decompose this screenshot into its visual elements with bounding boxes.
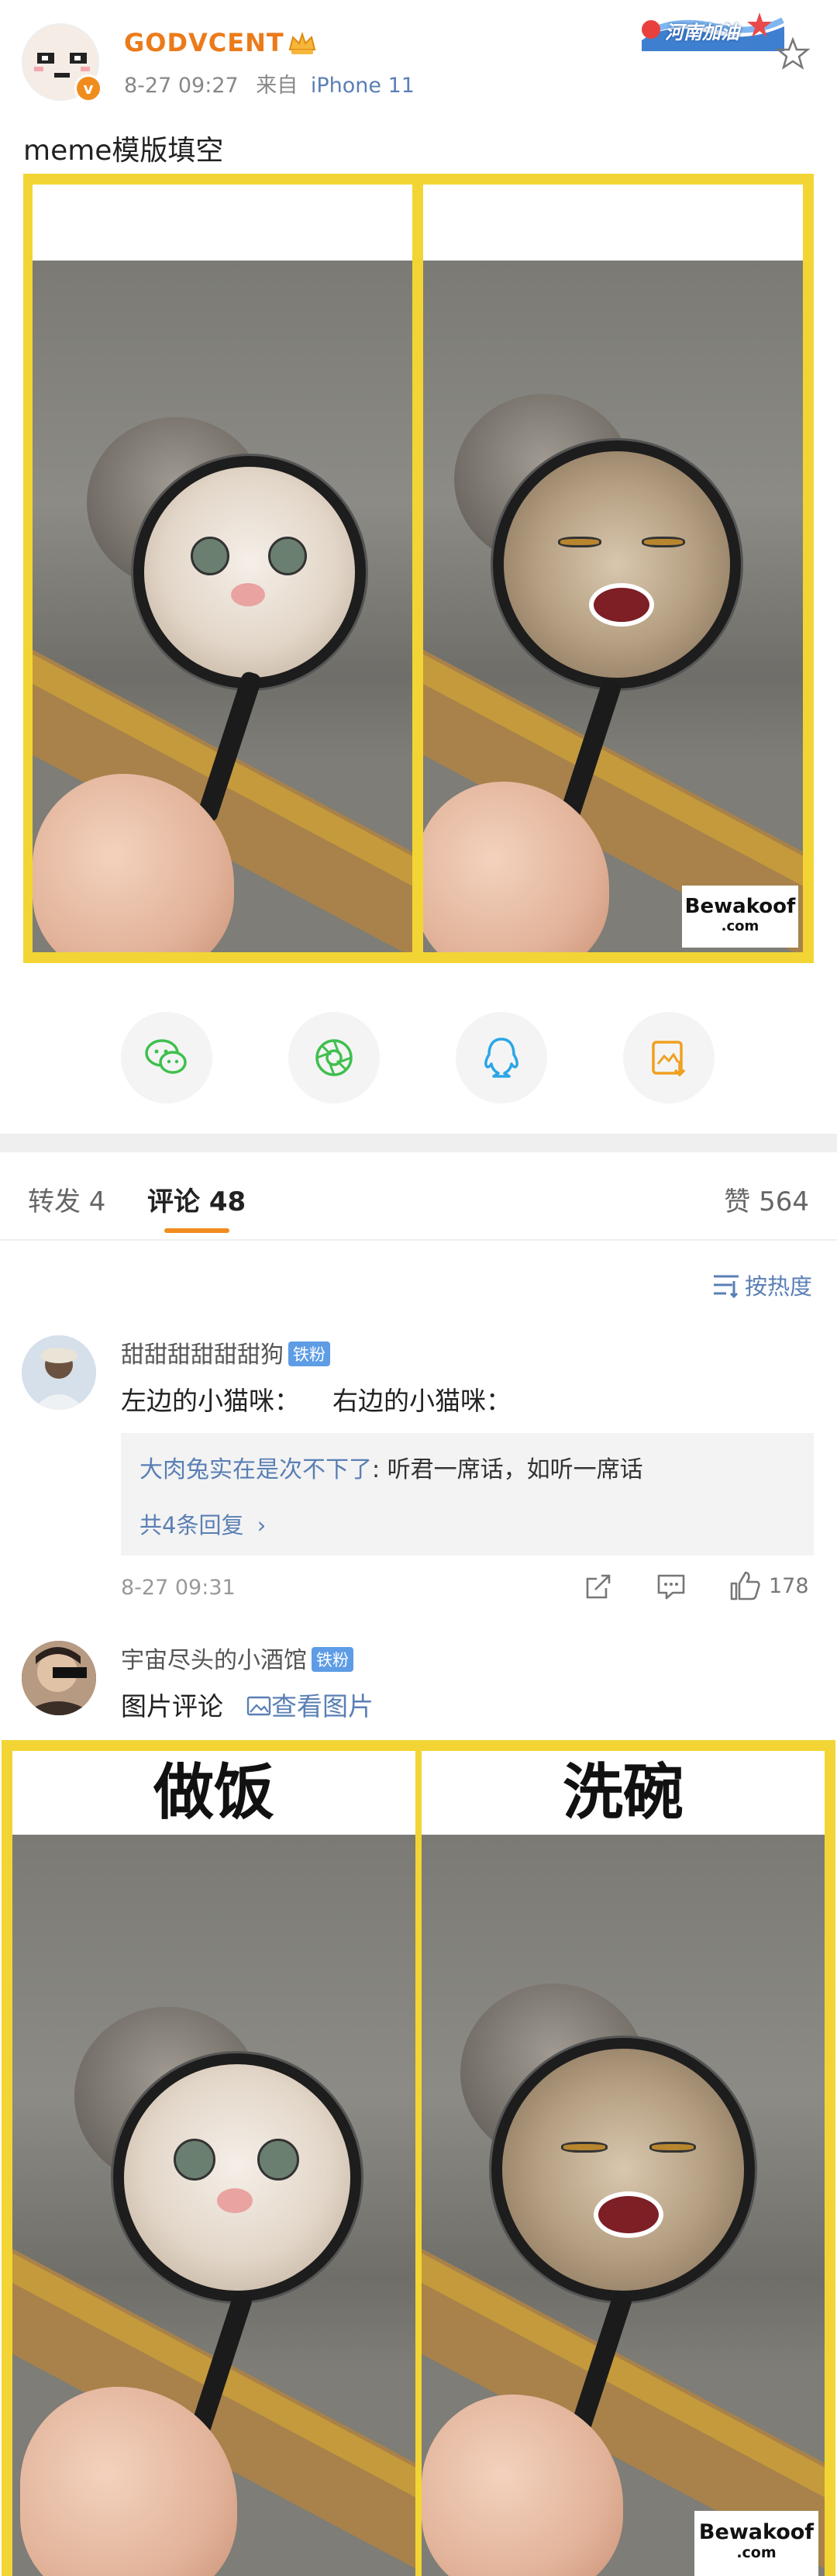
reply-text: : 听君一席话，如听一席话 [372, 1456, 643, 1483]
tab-comments[interactable]: 评论 48 [147, 1180, 246, 1218]
henan-campaign-text: 河南加油 [665, 22, 739, 43]
comment-text: 图片评论 [121, 1691, 223, 1721]
share-icon [586, 1574, 611, 1599]
meme-panel-left: 做饭 [12, 1751, 415, 2576]
tab-likes[interactable]: 赞 564 [724, 1180, 809, 1218]
post-device[interactable]: iPhone 11 [311, 74, 415, 98]
sort-label: 按热度 [744, 1273, 812, 1300]
moments-icon [315, 1039, 353, 1076]
qq-icon [484, 1038, 518, 1078]
tab-active-indicator [164, 1228, 229, 1233]
post-timestamp: 8-27 09:27 [124, 74, 239, 98]
bewakoof-watermark: Bewakoof .com [682, 886, 798, 948]
vip-crown-icon [288, 31, 316, 54]
view-image-link[interactable]: 查看图片 [246, 1686, 374, 1723]
magnifier-lens [113, 2053, 361, 2301]
magnifier-lens [491, 2038, 755, 2301]
caption-blank-right [423, 185, 803, 261]
favorite-star-icon[interactable] [775, 36, 811, 71]
more-replies-label: 共4条回复 [140, 1512, 244, 1538]
thumbs-up-icon [730, 1571, 760, 1601]
commenter-photo-icon [22, 1335, 96, 1410]
post-text: meme模版填空 [23, 135, 224, 167]
magnifier-lens [133, 456, 366, 689]
comment-icon [657, 1574, 685, 1600]
reply-preview: 大肉兔实在是次不下了: 听君一席话，如听一席话 [140, 1450, 643, 1484]
caption-left: 做饭 [12, 1751, 415, 1835]
fan-badge: 铁粉 [312, 1647, 353, 1672]
image-icon [246, 1696, 271, 1716]
bewakoof-watermark: Bewakoof .com [694, 2511, 818, 2576]
poster-username[interactable]: GODVCENT [124, 28, 284, 57]
chevron-right-icon: › [257, 1512, 267, 1538]
comment-text-row: 图片评论 查看图片 [121, 1686, 374, 1723]
comment-like-button[interactable]: 178 [728, 1569, 809, 1602]
like-count: 178 [769, 1573, 809, 1598]
comment-author-row: 甜甜甜甜甜甜狗 铁粉 [121, 1335, 330, 1369]
save-image-icon [652, 1041, 686, 1077]
comment-date: 8-27 09:31 [121, 1576, 236, 1600]
henan-campaign-badge[interactable]: 河南加油 [637, 6, 789, 57]
view-image-label: 查看图片 [271, 1691, 374, 1721]
share-wechat-button[interactable] [121, 1012, 212, 1103]
comment-image[interactable]: 做饭 洗碗 Bewakoof .com [2, 1740, 835, 2576]
comment-author-row: 宇宙尽头的小酒馆 铁粉 [121, 1641, 353, 1675]
tab-divider [0, 1239, 837, 1241]
post-meta: 8-27 09:27 来自 iPhone 11 [124, 68, 415, 98]
commenter-avatar[interactable] [22, 1641, 96, 1715]
commenter-avatar[interactable] [22, 1335, 96, 1410]
commenter-photo-icon [22, 1641, 96, 1715]
comment-author[interactable]: 甜甜甜甜甜甜狗 [121, 1342, 284, 1369]
post-source-prefix: 来自 [256, 74, 298, 98]
tab-reposts[interactable]: 转发 4 [28, 1180, 105, 1218]
save-image-button[interactable] [623, 1012, 715, 1103]
meme-panel-right: 洗碗 Bewakoof .com [422, 1751, 825, 2576]
sort-icon [713, 1275, 739, 1298]
reply-author[interactable]: 大肉兔实在是次不下了 [140, 1456, 372, 1483]
comment-author[interactable]: 宇宙尽头的小酒馆 [121, 1647, 307, 1674]
more-replies-link[interactable]: 共4条回复 › [140, 1507, 266, 1540]
comment-share-button[interactable] [583, 1571, 614, 1602]
sort-by-hot-button[interactable]: 按热度 [711, 1269, 812, 1301]
section-divider [0, 1134, 837, 1152]
fan-badge: 铁粉 [288, 1342, 330, 1366]
comment-text: 左边的小猫咪： 右边的小猫咪： [121, 1386, 512, 1416]
share-qq-button[interactable] [456, 1012, 547, 1103]
verified-badge-icon: v [74, 74, 102, 102]
reply-preview-box[interactable]: 大肉兔实在是次不下了: 听君一席话，如听一席话 共4条回复 › [121, 1433, 814, 1556]
share-moments-button[interactable] [288, 1012, 380, 1103]
meme-panel-left [33, 185, 412, 952]
post-image[interactable]: Bewakoof .com [23, 174, 814, 963]
comment-reply-button[interactable] [656, 1571, 687, 1602]
meme-panel-right: Bewakoof .com [423, 185, 803, 952]
caption-right: 洗碗 [422, 1751, 825, 1835]
wechat-icon [145, 1039, 187, 1074]
caption-blank-left [33, 185, 412, 261]
magnifier-lens [493, 440, 741, 689]
